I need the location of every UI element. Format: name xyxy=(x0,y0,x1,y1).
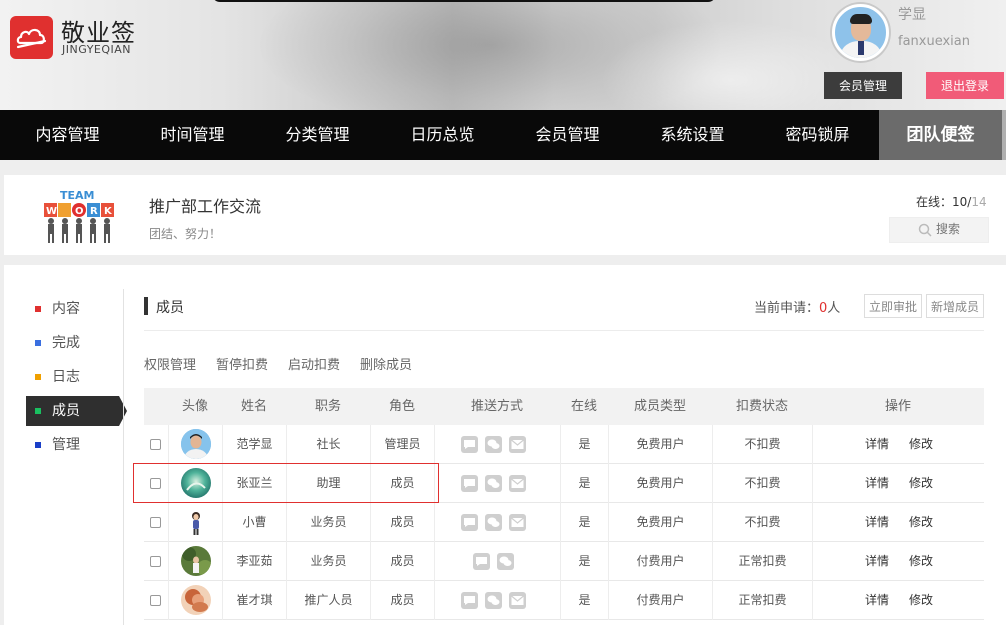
svg-text:TEAM: TEAM xyxy=(60,189,94,202)
brand-subtitle: JINGYEQIAN xyxy=(62,43,132,56)
wechat-icon xyxy=(485,436,502,453)
edit-link[interactable]: 修改 xyxy=(909,503,933,542)
svg-text:K: K xyxy=(104,206,113,217)
avatar xyxy=(181,585,211,615)
main-nav: 内容管理 时间管理 分类管理 日历总览 会员管理 系统设置 密码锁屏 团队便签 xyxy=(0,110,1006,160)
dot-icon xyxy=(35,306,41,312)
nav-team-notes[interactable]: 团队便签 xyxy=(879,110,1006,160)
edit-link[interactable]: 修改 xyxy=(909,581,933,620)
add-member-button[interactable]: 新增成员 xyxy=(926,294,985,318)
sidebar-item-content[interactable]: 内容 xyxy=(26,294,119,324)
team-work-logo-icon: TEAM W O R K xyxy=(42,185,117,245)
dot-icon xyxy=(35,340,41,346)
nav-time[interactable]: 时间管理 xyxy=(130,110,255,160)
detail-link[interactable]: 详情 xyxy=(865,581,889,620)
table-row: 范学显 社长 管理员 是 免费用户 不扣费 详情 修改 xyxy=(144,425,984,464)
wechat-icon xyxy=(485,592,502,609)
table-row: 李亚茹 业务员 成员 是 付费用户 正常扣费 详情 修改 xyxy=(144,542,984,581)
message-icon xyxy=(461,475,478,492)
avatar xyxy=(181,507,211,537)
online-status: 在线：10/14 xyxy=(916,195,987,209)
sidebar-item-log[interactable]: 日志 xyxy=(26,362,119,392)
user-name: 学显 xyxy=(898,7,926,23)
svg-text:R: R xyxy=(90,206,98,217)
team-info-panel: TEAM W O R K 推广部工作交流 团结、努力！ 在线：10/14 xyxy=(4,175,1006,255)
sidebar-item-done[interactable]: 完成 xyxy=(26,328,119,358)
team-slogan: 团结、努力！ xyxy=(149,227,222,241)
search-input[interactable] xyxy=(936,222,986,236)
sidebar-item-manage[interactable]: 管理 xyxy=(26,430,119,460)
nav-content[interactable]: 内容管理 xyxy=(5,110,130,160)
dot-icon xyxy=(35,408,41,414)
section-title: 成员 xyxy=(156,300,184,316)
wechat-icon xyxy=(497,553,514,570)
dot-icon xyxy=(35,442,41,448)
email-icon xyxy=(509,475,526,492)
nav-calendar[interactable]: 日历总览 xyxy=(380,110,505,160)
table-header: 头像 姓名 职务 角色 推送方式 在线 成员类型 扣费状态 操作 xyxy=(144,388,984,425)
row-highlight-box xyxy=(133,463,439,503)
team-title: 推广部工作交流 xyxy=(149,197,262,216)
start-billing-link[interactable]: 启动扣费 xyxy=(288,354,340,373)
sidebar-item-members[interactable]: 成员 xyxy=(26,396,127,426)
email-icon xyxy=(509,514,526,531)
member-management-button[interactable]: 会员管理 xyxy=(824,72,902,99)
wechat-icon xyxy=(485,475,502,492)
row-checkbox[interactable] xyxy=(150,595,161,606)
row-checkbox[interactable] xyxy=(150,556,161,567)
brand-logo-icon[interactable] xyxy=(10,16,53,59)
permission-management-link[interactable]: 权限管理 xyxy=(144,354,196,373)
main-content: 内容 完成 日志 成员 管理 成员 当前申请：0人 立即审批 新增成员 权限管理… xyxy=(4,265,1006,625)
row-checkbox[interactable] xyxy=(150,439,161,450)
avatar xyxy=(181,546,211,576)
nav-member[interactable]: 会员管理 xyxy=(505,110,630,160)
pending-applications: 当前申请：0人 xyxy=(754,301,841,316)
svg-text:W: W xyxy=(46,206,57,217)
message-icon xyxy=(461,436,478,453)
delete-member-link[interactable]: 删除成员 xyxy=(360,354,412,373)
wechat-icon xyxy=(485,514,502,531)
message-icon xyxy=(461,514,478,531)
detail-link[interactable]: 详情 xyxy=(865,542,889,581)
svg-text:O: O xyxy=(75,206,84,217)
edit-link[interactable]: 修改 xyxy=(909,425,933,464)
edit-link[interactable]: 修改 xyxy=(909,464,933,503)
table-row: 小曹 业务员 成员 是 免费用户 不扣费 详情 修改 xyxy=(144,503,984,542)
nav-lockscreen[interactable]: 密码锁屏 xyxy=(755,110,880,160)
user-account: fanxuexian xyxy=(898,34,970,49)
row-checkbox[interactable] xyxy=(150,517,161,528)
user-avatar[interactable] xyxy=(832,4,889,61)
edit-link[interactable]: 修改 xyxy=(909,542,933,581)
message-icon xyxy=(461,592,478,609)
table-row xyxy=(144,620,984,625)
avatar xyxy=(181,429,211,459)
nav-category[interactable]: 分类管理 xyxy=(255,110,380,160)
table-row: 崔才琪 推广人员 成员 是 付费用户 正常扣费 详情 修改 xyxy=(144,581,984,620)
detail-link[interactable]: 详情 xyxy=(865,503,889,542)
search-icon xyxy=(918,223,932,237)
message-icon xyxy=(473,553,490,570)
nav-settings[interactable]: 系统设置 xyxy=(630,110,755,160)
email-icon xyxy=(509,436,526,453)
email-icon xyxy=(509,592,526,609)
dot-icon xyxy=(35,374,41,380)
search-box[interactable] xyxy=(889,217,989,243)
detail-link[interactable]: 详情 xyxy=(865,425,889,464)
approve-now-button[interactable]: 立即审批 xyxy=(864,294,923,318)
detail-link[interactable]: 详情 xyxy=(865,464,889,503)
pause-billing-link[interactable]: 暂停扣费 xyxy=(216,354,268,373)
header-banner: 敬业签 JINGYEQIAN 学显 fanxuexian 会员管理 退出登录 xyxy=(0,0,1006,110)
top-search-bar xyxy=(212,0,716,2)
logout-button[interactable]: 退出登录 xyxy=(926,72,1004,99)
